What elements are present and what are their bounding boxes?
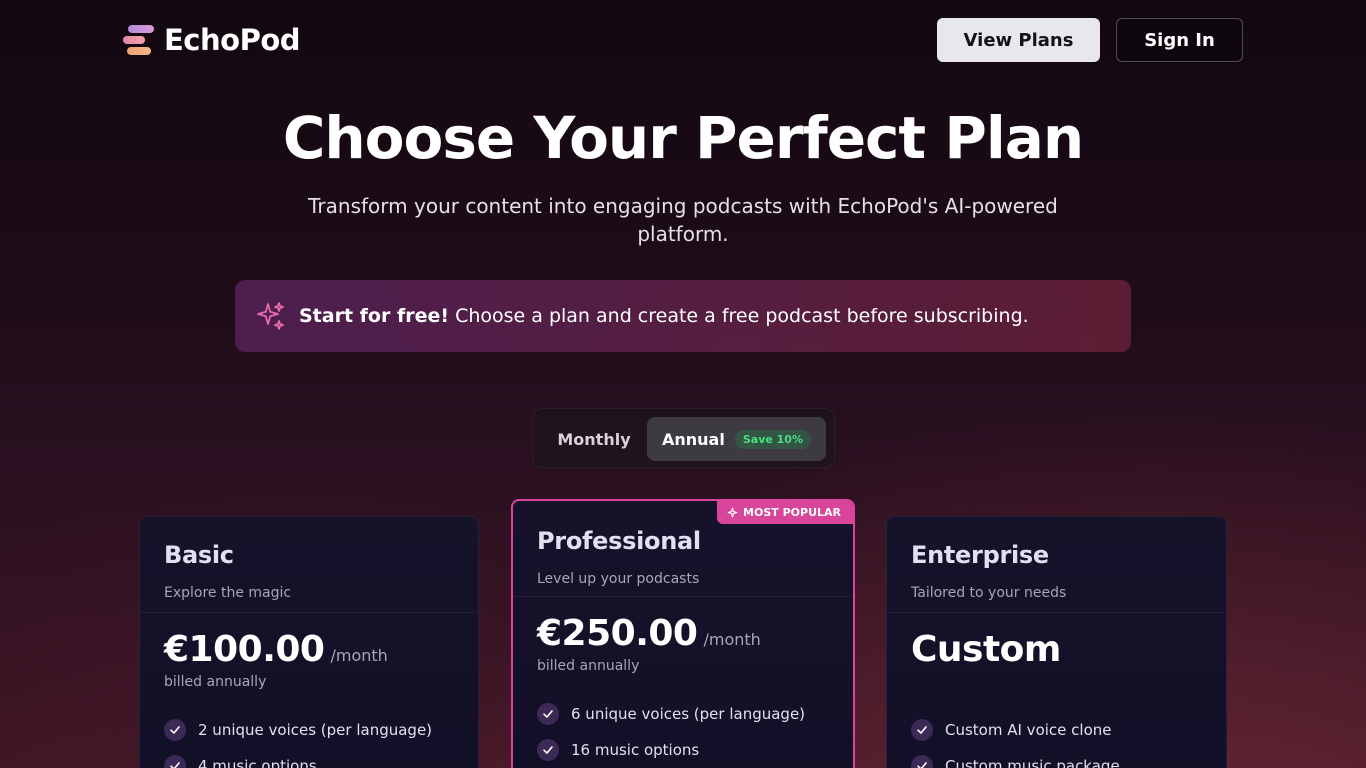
check-icon: [537, 739, 559, 761]
price-period: /month: [703, 630, 761, 649]
feature-text: Custom music package: [945, 757, 1120, 768]
billing-note-spacer: [887, 670, 1226, 692]
list-item: Custom AI voice clone: [911, 712, 1202, 748]
price-amount: €100.00: [164, 629, 325, 670]
plan-price: Custom: [887, 613, 1226, 670]
plan-card-header: Enterprise Tailored to your needs: [887, 517, 1226, 613]
plan-name: Basic: [164, 541, 234, 569]
feature-text: 16 music options: [571, 741, 700, 759]
most-popular-badge: MOST POPULAR: [717, 501, 853, 524]
sign-in-button[interactable]: Sign In: [1116, 18, 1243, 62]
free-trial-banner: Start for free! Choose a plan and create…: [235, 280, 1131, 352]
list-item: Custom music package: [911, 748, 1202, 768]
toggle-monthly[interactable]: Monthly: [543, 417, 645, 461]
price-period: /month: [330, 646, 388, 665]
plan-name: Enterprise: [911, 541, 1049, 569]
view-plans-button[interactable]: View Plans: [937, 18, 1100, 62]
feature-list: 6 unique voices (per language) 16 music …: [513, 676, 853, 768]
brand-name: EchoPod: [164, 23, 301, 57]
plan-tagline: Tailored to your needs: [911, 585, 1067, 601]
badge-label: MOST POPULAR: [743, 506, 841, 519]
feature-text: Custom AI voice clone: [945, 721, 1112, 739]
sparkle-icon: [727, 507, 738, 518]
plan-card-header: Basic Explore the magic: [140, 517, 478, 613]
check-icon: [911, 719, 933, 741]
plan-tagline: Explore the magic: [164, 585, 292, 601]
feature-list: 2 unique voices (per language) 4 music o…: [140, 692, 478, 768]
page-title: Choose Your Perfect Plan: [282, 104, 1084, 172]
plan-tagline: Level up your podcasts: [537, 571, 700, 587]
save-badge: Save 10%: [734, 429, 811, 449]
list-item: 2 unique voices (per language): [164, 712, 454, 748]
banner-body-text: Choose a plan and create a free podcast …: [449, 305, 1029, 327]
check-icon: [911, 755, 933, 768]
price-amount: Custom: [911, 629, 1061, 670]
check-icon: [537, 703, 559, 725]
page-subtitle: Transform your content into engaging pod…: [308, 194, 1058, 246]
feature-text: 2 unique voices (per language): [198, 721, 433, 739]
plan-price: €100.00 /month: [140, 613, 478, 670]
billing-note: billed annually: [164, 674, 267, 690]
plan-card-enterprise: Enterprise Tailored to your needs Custom…: [886, 516, 1227, 768]
billing-note: billed annually: [537, 658, 640, 674]
header: EchoPod View Plans Sign In: [0, 0, 1366, 80]
price-amount: €250.00: [537, 613, 698, 654]
check-icon: [164, 755, 186, 768]
feature-text: 6 unique voices (per language): [571, 705, 806, 723]
brand-logo[interactable]: EchoPod: [123, 22, 301, 58]
feature-text: 4 music options: [198, 757, 317, 768]
echopod-logo-icon: [123, 23, 154, 57]
toggle-annual-label: Annual: [662, 429, 725, 449]
plan-card-basic: Basic Explore the magic €100.00 /month b…: [139, 516, 479, 768]
banner-bold-text: Start for free!: [299, 305, 450, 327]
toggle-annual[interactable]: Annual Save 10%: [647, 417, 826, 461]
plan-name: Professional: [537, 527, 701, 555]
billing-period-toggle: Monthly Annual Save 10%: [532, 408, 835, 468]
list-item: 4 music options: [164, 748, 454, 768]
banner-message: Start for free! Choose a plan and create…: [299, 305, 1029, 327]
list-item: 6 unique voices (per language): [537, 696, 829, 732]
feature-list: Custom AI voice clone Custom music packa…: [887, 692, 1226, 768]
plan-price: €250.00 /month: [513, 597, 853, 654]
sparkles-icon: [257, 302, 284, 330]
list-item: 16 music options: [537, 732, 829, 768]
check-icon: [164, 719, 186, 741]
plan-card-professional: MOST POPULAR Professional Level up your …: [511, 499, 855, 768]
